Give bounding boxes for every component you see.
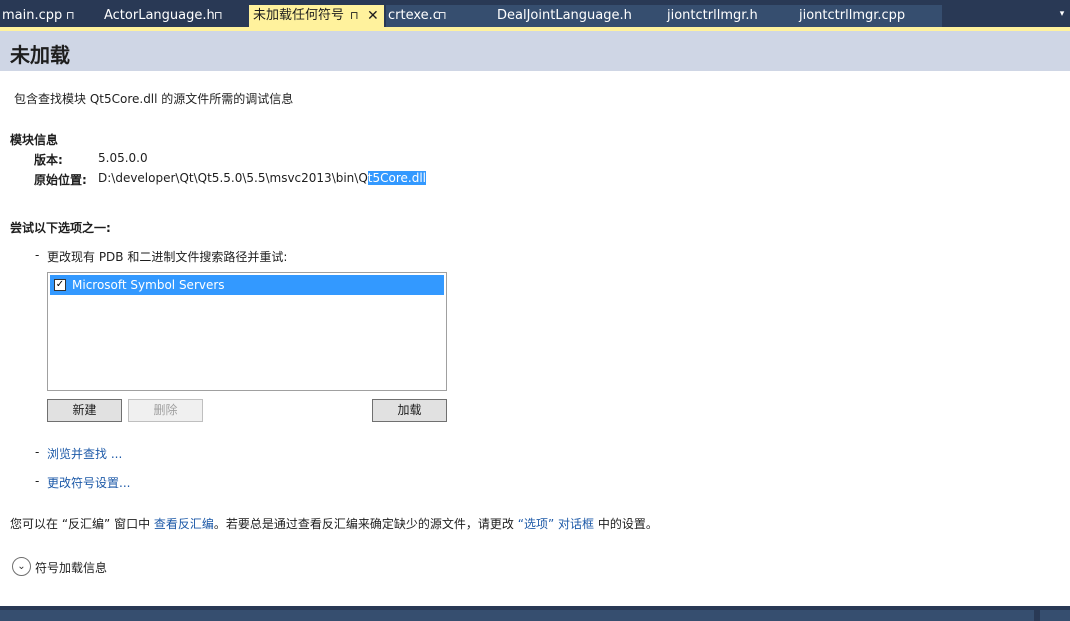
tab-label: 未加载任何符号 (253, 8, 345, 23)
browse-and-find-link[interactable]: 浏览并查找 ... (47, 445, 122, 462)
bottom-panel-bar (0, 606, 1070, 621)
pin-icon[interactable]: ⊓ (350, 5, 359, 27)
view-disassembly-link[interactable]: 查看反汇编 (154, 517, 214, 531)
document-tab-strip: main.cpp ⊓ ActorLanguage.h ⊓ 未加载任何符号 ⊓ ✕… (0, 0, 1070, 27)
tab-label: jiontctrllmgr.h (667, 8, 758, 23)
location-selected-text[interactable]: t5Core.dll (367, 171, 426, 185)
tab-label: crtexe.c (388, 8, 440, 23)
options-dialog-link[interactable]: “选项” 对话框 (518, 517, 594, 531)
list-item[interactable]: ✓ Microsoft Symbol Servers (50, 275, 444, 295)
checkbox[interactable]: ✓ (54, 279, 66, 291)
option-change-search-paths: 更改现有 PDB 和二进制文件搜索路径并重试: (47, 250, 288, 264)
change-symbol-settings-link[interactable]: 更改符号设置... (47, 474, 130, 491)
delete-button[interactable]: 删除 (128, 399, 203, 422)
tab-dealjointlanguage-h[interactable]: DealJointLanguage.h (495, 5, 645, 27)
tab-main-cpp[interactable]: main.cpp ⊓ (0, 5, 82, 27)
chevron-down-icon[interactable]: ⌄ (12, 557, 31, 576)
tab-dropdown-icon[interactable]: ▾ (1056, 8, 1068, 20)
tab-jiontctrllmgr-cpp[interactable]: jiontctrllmgr.cpp (797, 5, 937, 27)
bottom-panel-tab[interactable] (1040, 610, 1070, 621)
version-label: 版本: (34, 153, 63, 167)
symbol-load-info-label[interactable]: 符号加载信息 (35, 559, 107, 576)
bottom-panel-tab[interactable] (0, 610, 1034, 621)
hint-text-1: 您可以在 “反汇编” 窗口中 (10, 517, 151, 531)
page-title: 未加载 (10, 43, 70, 67)
bullet: - (35, 445, 40, 459)
tab-label: jiontctrllmgr.cpp (799, 8, 906, 23)
disassembly-hint: 您可以在 “反汇编” 窗口中 查看反汇编。若要总是通过查看反汇编来确定缺少的源文… (10, 515, 658, 532)
options-heading: 尝试以下选项之一: (10, 221, 111, 235)
location-value: D:\developer\Qt\Qt5.5.0\5.5\msvc2013\bin… (98, 171, 426, 185)
new-button[interactable]: 新建 (47, 399, 122, 422)
tab-jiontctrllmgr-h[interactable]: jiontctrllmgr.h (665, 5, 775, 27)
list-item-label: Microsoft Symbol Servers (72, 278, 225, 292)
pin-icon[interactable]: ⊓ (438, 5, 447, 27)
location-path: D:\developer\Qt\Qt5.5.0\5.5\msvc2013\bin… (98, 171, 368, 185)
tab-label: DealJointLanguage.h (497, 8, 632, 23)
bullet: - (35, 248, 40, 262)
close-icon[interactable]: ✕ (367, 5, 379, 27)
version-value: 5.05.0.0 (98, 151, 148, 165)
pin-icon[interactable]: ⊓ (214, 5, 223, 27)
description-text: 包含查找模块 Qt5Core.dll 的源文件所需的调试信息 (14, 92, 294, 106)
hint-text-3: 中的设置。 (597, 517, 658, 531)
tab-no-symbols-loaded[interactable]: 未加载任何符号 ⊓ ✕ (249, 5, 384, 27)
bullet: - (35, 474, 40, 488)
tab-actorlanguage-h[interactable]: ActorLanguage.h ⊓ (102, 5, 232, 27)
pin-icon[interactable]: ⊓ (66, 5, 75, 27)
page-header: 未加载 (0, 27, 1070, 71)
tab-label: main.cpp (2, 8, 63, 23)
hint-text-2: 。若要总是通过查看反汇编来确定缺少的源文件，请更改 (213, 517, 514, 531)
location-label: 原始位置: (34, 173, 87, 187)
symbol-server-list[interactable]: ✓ Microsoft Symbol Servers (47, 272, 447, 391)
tab-label: ActorLanguage.h (104, 8, 215, 23)
module-info-heading: 模块信息 (10, 133, 59, 147)
load-button[interactable]: 加载 (372, 399, 447, 422)
